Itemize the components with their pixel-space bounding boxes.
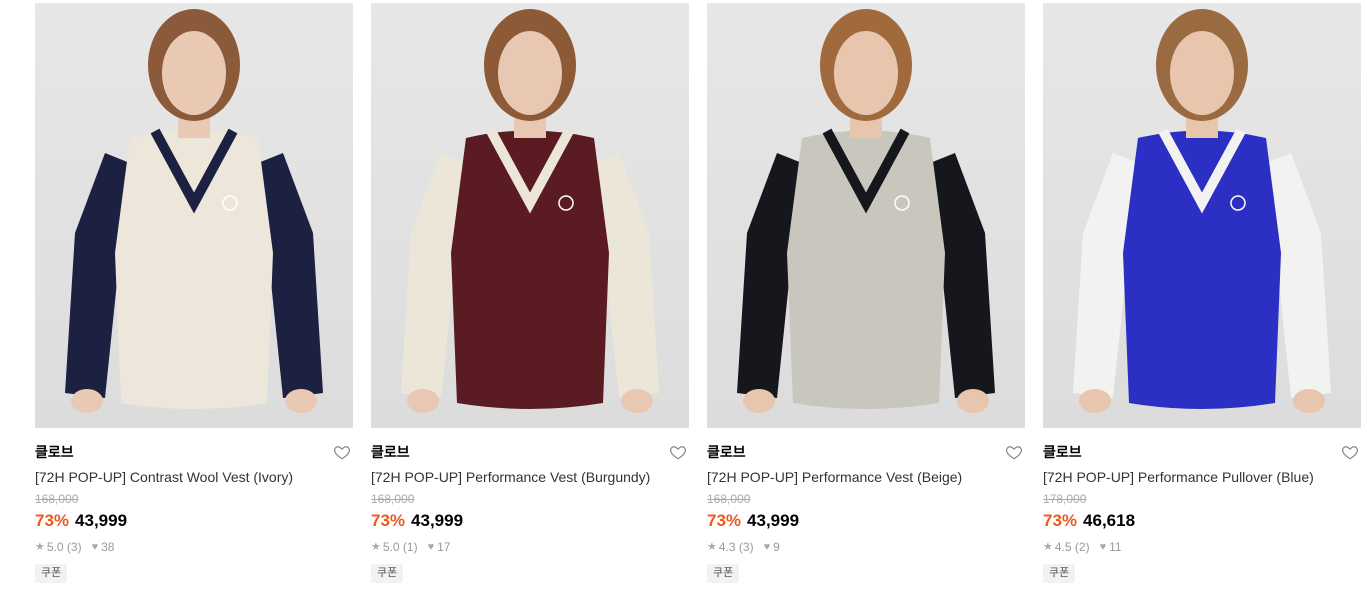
product-name[interactable]: [72H POP-UP] Performance Pullover (Blue)	[1043, 468, 1361, 486]
review-meta: ★ 4.3 (3) ♥ 9	[707, 539, 1025, 555]
review-count: (2)	[1074, 540, 1090, 554]
like-count: 11	[1109, 540, 1122, 554]
model-hand	[1293, 389, 1325, 413]
garment-body	[1123, 130, 1281, 409]
product-card[interactable]: 클로브 [72H POP-UP] Performance Vest (Beige…	[707, 3, 1025, 583]
discount-rate: 73%	[707, 511, 742, 530]
model-illustration	[401, 9, 659, 413]
heart-icon[interactable]	[333, 443, 351, 461]
review-meta: ★ 5.0 (3) ♥ 38	[35, 539, 353, 555]
product-image[interactable]	[35, 3, 353, 428]
product-info: 클로브 [72H POP-UP] Performance Pullover (B…	[1043, 428, 1361, 583]
sale-price: 43,999	[75, 511, 128, 530]
sale-price: 46,618	[1083, 511, 1136, 530]
product-name[interactable]: [72H POP-UP] Contrast Wool Vest (Ivory)	[35, 468, 353, 486]
original-price: 168,000	[707, 492, 751, 506]
product-image[interactable]	[371, 3, 689, 428]
rating: 5.0	[46, 540, 64, 554]
star-icon: ★	[707, 541, 717, 553]
garment-body	[451, 130, 609, 409]
model-face	[834, 31, 898, 115]
like-count: 9	[773, 540, 780, 554]
model-hand	[621, 389, 653, 413]
discount-rate: 73%	[1043, 511, 1078, 530]
brand-name[interactable]: 클로브	[1043, 444, 1361, 461]
review-count: (3)	[738, 540, 754, 554]
product-card[interactable]: 클로브 [72H POP-UP] Contrast Wool Vest (Ivo…	[35, 3, 353, 583]
model-hand	[743, 389, 775, 413]
rating: 4.3	[718, 540, 736, 554]
brand-name[interactable]: 클로브	[35, 444, 353, 461]
product-info: 클로브 [72H POP-UP] Contrast Wool Vest (Ivo…	[35, 428, 353, 583]
price-row: 73% 43,999	[35, 511, 353, 531]
garment-body	[115, 130, 273, 409]
model-hand	[71, 389, 103, 413]
model-illustration	[65, 9, 323, 413]
heart-icon[interactable]	[669, 443, 687, 461]
like-heart-icon: ♥	[427, 541, 435, 553]
model-hand	[957, 389, 989, 413]
model-hand	[285, 389, 317, 413]
star-icon: ★	[35, 541, 45, 553]
product-image[interactable]	[1043, 3, 1361, 428]
garment-body	[787, 130, 945, 409]
model-face	[162, 31, 226, 115]
like-heart-icon: ♥	[91, 541, 99, 553]
brand-name[interactable]: 클로브	[707, 444, 1025, 461]
discount-rate: 73%	[35, 511, 70, 530]
review-meta: ★ 5.0 (1) ♥ 17	[371, 539, 689, 555]
model-hand	[407, 389, 439, 413]
sale-price: 43,999	[747, 511, 800, 530]
model-hand	[1079, 389, 1111, 413]
product-image[interactable]	[707, 3, 1025, 428]
product-card[interactable]: 클로브 [72H POP-UP] Performance Vest (Burgu…	[371, 3, 689, 583]
product-name[interactable]: [72H POP-UP] Performance Vest (Burgundy)	[371, 468, 689, 486]
product-card[interactable]: 클로브 [72H POP-UP] Performance Pullover (B…	[1043, 3, 1361, 583]
sale-price: 43,999	[411, 511, 464, 530]
like-heart-icon: ♥	[1099, 541, 1107, 553]
rating: 5.0	[382, 540, 400, 554]
review-count: (1)	[402, 540, 418, 554]
coupon-badge: 쿠폰	[35, 564, 68, 583]
original-price: 168,000	[35, 492, 79, 506]
model-face	[1170, 31, 1234, 115]
star-icon: ★	[1043, 541, 1053, 553]
review-meta: ★ 4.5 (2) ♥ 11	[1043, 539, 1361, 555]
review-count: (3)	[66, 540, 82, 554]
discount-rate: 73%	[371, 511, 406, 530]
like-count: 38	[101, 540, 115, 554]
model-illustration	[1073, 9, 1331, 413]
product-info: 클로브 [72H POP-UP] Performance Vest (Beige…	[707, 428, 1025, 583]
coupon-badge: 쿠폰	[707, 564, 740, 583]
original-price: 178,000	[1043, 492, 1087, 506]
heart-icon[interactable]	[1005, 443, 1023, 461]
original-price: 168,000	[371, 492, 415, 506]
model-face	[498, 31, 562, 115]
star-icon: ★	[371, 541, 381, 553]
coupon-badge: 쿠폰	[371, 564, 404, 583]
like-count: 17	[437, 540, 451, 554]
product-info: 클로브 [72H POP-UP] Performance Vest (Burgu…	[371, 428, 689, 583]
model-illustration	[737, 9, 995, 413]
price-row: 73% 43,999	[371, 511, 689, 531]
product-name[interactable]: [72H POP-UP] Performance Vest (Beige)	[707, 468, 1025, 486]
price-row: 73% 46,618	[1043, 511, 1361, 531]
product-grid: 클로브 [72H POP-UP] Contrast Wool Vest (Ivo…	[35, 3, 1361, 583]
brand-name[interactable]: 클로브	[371, 444, 689, 461]
rating: 4.5	[1054, 540, 1072, 554]
like-heart-icon: ♥	[763, 541, 771, 553]
heart-icon[interactable]	[1341, 443, 1359, 461]
coupon-badge: 쿠폰	[1043, 564, 1076, 583]
price-row: 73% 43,999	[707, 511, 1025, 531]
